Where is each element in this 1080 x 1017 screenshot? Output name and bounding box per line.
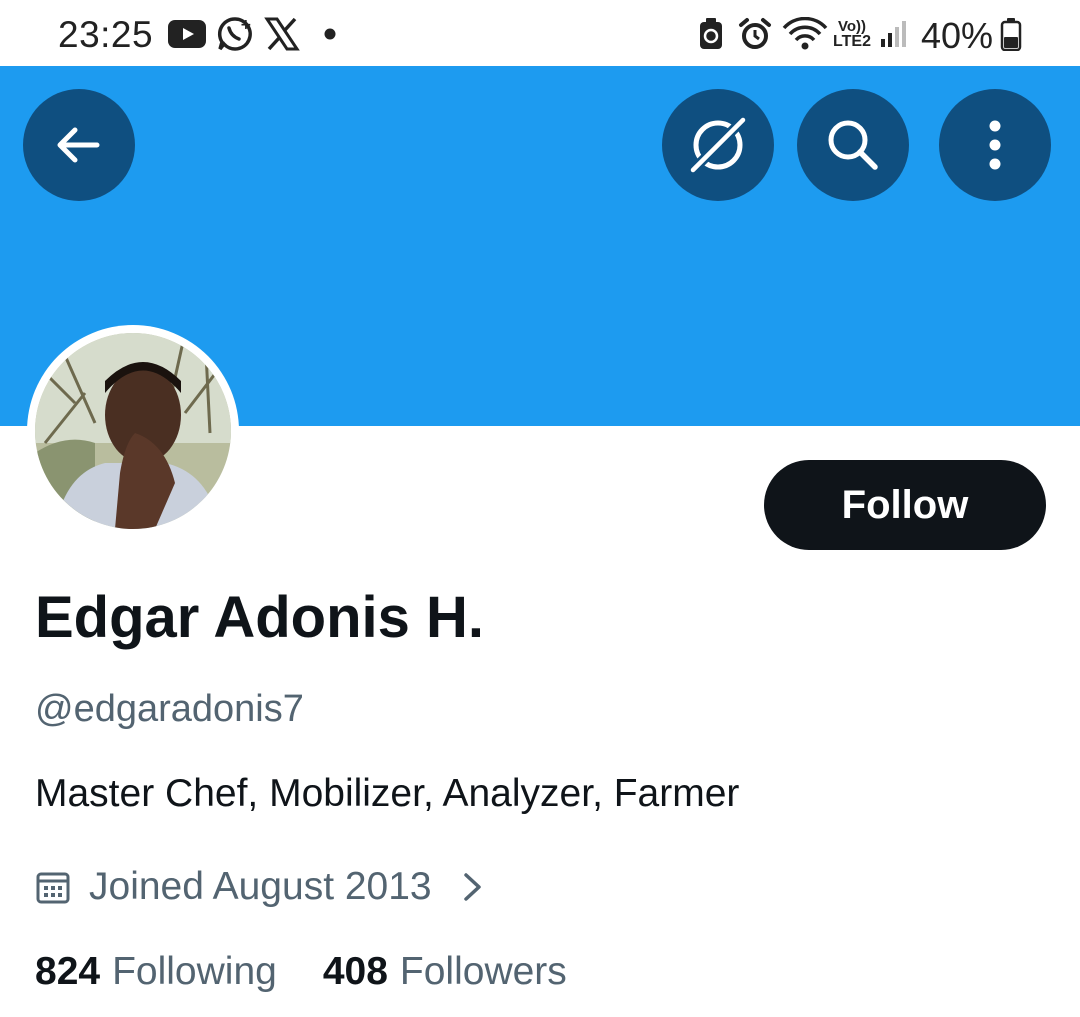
joined-row[interactable]: Joined August 2013 — [35, 860, 492, 914]
followers-count: 408 — [322, 950, 388, 993]
wifi-icon — [780, 16, 830, 52]
whatsapp-icon: + — [215, 16, 255, 52]
handle: @edgaradonis7 — [35, 688, 304, 730]
signal-icon — [877, 16, 911, 52]
status-time: 23:25 — [58, 14, 154, 55]
back-button[interactable] — [23, 89, 135, 201]
network-label-bottom: LTE2 — [833, 32, 871, 50]
followers-link[interactable]: 408 Followers — [323, 950, 567, 994]
battery-saver-icon — [696, 16, 726, 52]
back-arrow-icon — [57, 127, 100, 163]
chevron-right-icon — [463, 873, 481, 901]
battery-icon — [998, 16, 1024, 52]
svg-text:+: + — [240, 17, 252, 33]
x-icon — [262, 16, 302, 52]
more-options-button[interactable] — [939, 89, 1051, 201]
search-icon — [828, 120, 878, 170]
bio: Master Chef, Mobilizer, Analyzer, Farmer — [35, 772, 740, 815]
alarm-icon — [736, 16, 774, 52]
search-button[interactable] — [797, 89, 909, 201]
dot-icon — [318, 16, 342, 52]
status-bar: 23:25 + Vo)) LTE2 40% — [0, 0, 1080, 66]
display-name: Edgar Adonis H. — [35, 585, 484, 650]
grok-button[interactable] — [662, 89, 774, 201]
battery-percent: 40% — [921, 15, 994, 56]
joined-date: Joined August 2013 — [89, 865, 432, 908]
more-vertical-icon — [989, 120, 1001, 170]
followers-label: Followers — [399, 950, 567, 993]
network-label-top: Vo)) — [837, 17, 867, 35]
following-label: Following — [112, 950, 277, 993]
avatar[interactable] — [27, 325, 239, 537]
calendar-icon — [36, 872, 70, 904]
youtube-icon — [167, 16, 207, 52]
profile-stats: 824 Following 408 Followers — [35, 950, 567, 994]
following-count: 824 — [35, 950, 101, 993]
following-link[interactable]: 824 Following — [35, 950, 277, 994]
follow-button[interactable]: Follow — [764, 460, 1046, 550]
profile-photo — [35, 333, 231, 529]
grok-icon — [687, 114, 749, 176]
network-type-indicator: Vo)) LTE2 — [830, 16, 874, 52]
